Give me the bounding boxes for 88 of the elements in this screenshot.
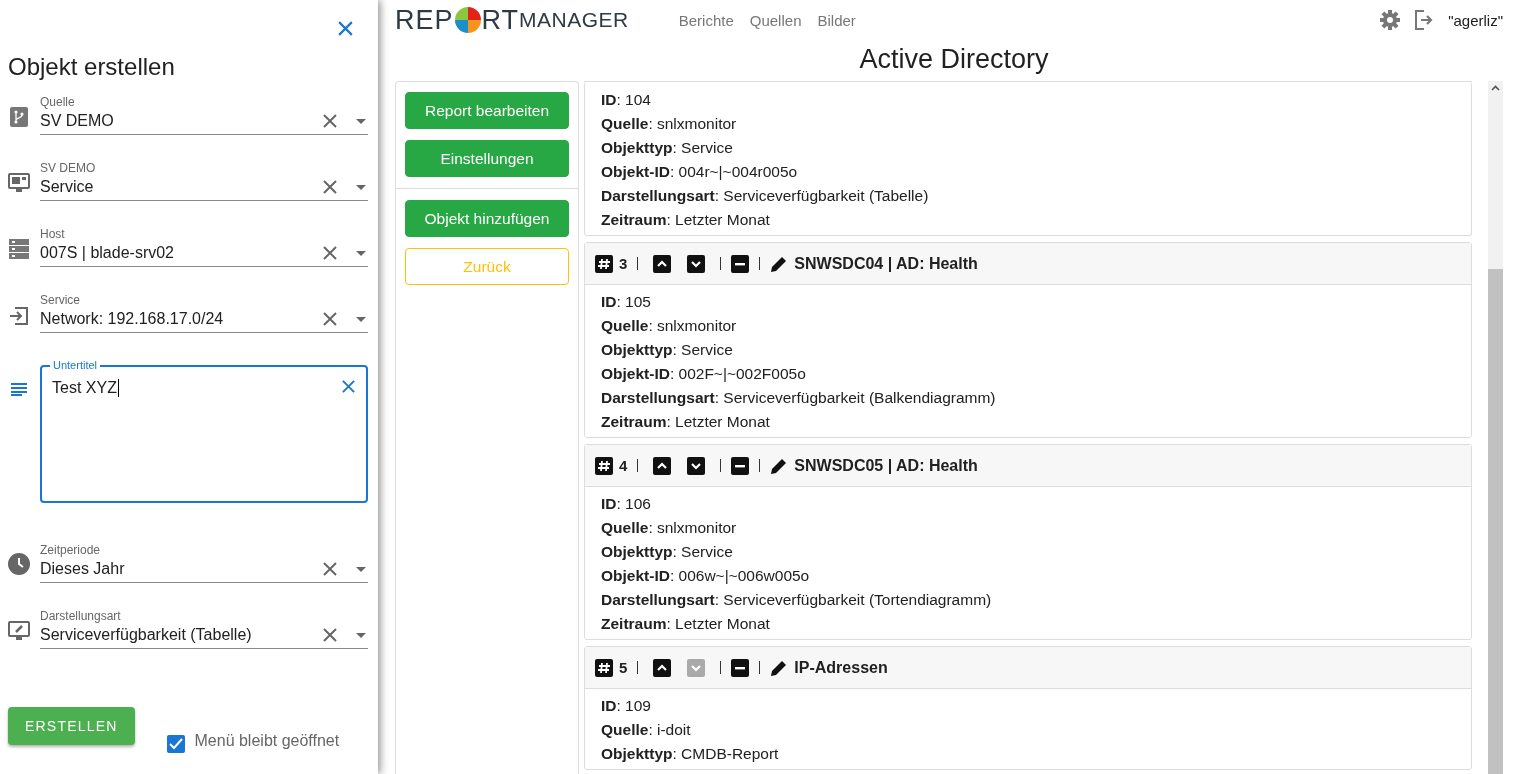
dropdown-caret-icon[interactable] [356,632,366,638]
card-number: 5 [619,659,628,676]
chevron-down-icon[interactable] [687,456,706,475]
chevron-up-icon[interactable] [653,254,672,273]
clear-icon[interactable] [322,113,338,129]
property-line: Objekttyp: Service [601,138,734,158]
property-line: Quelle: i-doit [601,720,692,740]
clear-icon[interactable] [322,179,338,195]
property-line: Objekttyp: Service [601,542,734,562]
keep-open-checkbox[interactable] [166,735,185,753]
clear-icon[interactable] [322,245,338,261]
scrollbar-track[interactable] [1488,81,1503,774]
property-line: Objekt-ID: 004r~|~004r005o [601,162,799,182]
minus-icon[interactable] [731,456,750,475]
logo-text: REP [395,4,454,36]
dropdown-caret-icon[interactable] [356,566,366,572]
property-line: Darstellungsart: Serviceverfügbarkeit (Balkendiagramm) [601,388,997,408]
property-line: Quelle: snlxmonitor [601,316,738,336]
minus-icon[interactable] [731,254,750,273]
checkbox-label: Menü bleibt geöffnet [194,732,340,750]
property-line: ID: 104 [601,90,652,110]
scrollbar-thumb[interactable] [1488,269,1503,774]
dropdown-caret-icon[interactable] [356,118,366,124]
logo-text: RT [481,4,520,36]
property-line: Objekt-ID: 006w~|~006w005o [601,566,811,586]
drawer-title: Objekt erstellen [8,53,176,81]
property-line: Zeitraum: Letzter Monat [601,210,771,230]
create-button[interactable]: ERSTELLEN [8,707,135,745]
select-field[interactable]: SV DEMO Service [40,161,368,201]
property-line: Zeitraum: Letzter Monat [601,412,771,432]
dropdown-caret-icon[interactable] [356,250,366,256]
select-field[interactable]: Darstellungsart Serviceverfügbarkeit (Tabelle) [40,609,368,649]
property-line: ID: 106 [601,494,652,514]
clock-icon [8,553,30,575]
pencil-icon[interactable] [770,456,789,475]
clear-icon[interactable] [322,311,338,327]
text-lines-icon [11,383,27,396]
source-branch-icon [10,107,28,127]
property-line: ID: 105 [601,292,652,312]
clear-icon[interactable] [341,379,356,394]
property-line: ID: 109 [601,696,652,716]
property-line: Quelle: snlxmonitor [601,114,738,134]
action-button[interactable]: Objekt hinzufügen [405,200,569,237]
input-arrow-icon [9,307,29,325]
close-icon[interactable] [337,20,354,37]
minus-icon[interactable] [731,658,750,677]
property-line: Objekt-ID: 002F~|~002F005o [601,364,807,384]
card-number: 3 [619,255,628,272]
select-field[interactable]: Quelle SV DEMO [40,95,368,135]
monitor-edit-icon [8,621,30,641]
chevron-down-icon[interactable] [687,254,706,273]
select-field[interactable]: Zeitperiode Dieses Jahr [40,543,368,583]
property-line: Objekttyp: CMDB-Report [601,744,780,764]
server-icon [9,239,29,259]
property-line: Darstellungsart: Serviceverfügbarkeit (Tabelle) [601,186,930,206]
action-button[interactable]: Einstellungen [405,140,569,177]
settings-icon[interactable] [1380,10,1401,30]
pencil-icon[interactable] [770,658,789,677]
card-title: SNWSDC05 | AD: Health [794,456,978,475]
monitor-icon [8,173,30,193]
clear-icon[interactable] [322,627,338,643]
select-field[interactable]: Host 007S | blade-srv02 [40,227,368,267]
hash-icon[interactable] [595,658,613,677]
card-title: IP-Adressen [794,658,888,677]
hash-icon[interactable] [595,456,613,475]
page-title: Active Directory [858,43,1050,76]
nav-link[interactable]: Quellen [749,11,802,29]
chevron-up-icon[interactable] [653,658,672,677]
property-line: Quelle: snlxmonitor [601,518,738,538]
dropdown-caret-icon[interactable] [356,316,366,322]
hash-icon[interactable] [595,254,613,273]
pie-logo-icon [454,7,481,33]
property-line: Darstellungsart: Serviceverfügbarkeit (Tortendiagramm) [601,590,993,610]
dropdown-caret-icon[interactable] [356,184,366,190]
card-number: 4 [619,457,628,474]
select-field[interactable]: Service Network: 192.168.17.0/24 [40,293,368,333]
nav-link[interactable]: Berichte [678,11,734,29]
property-line: Zeitraum: Letzter Monat [601,614,771,634]
chevron-up-icon[interactable] [653,456,672,475]
logout-icon[interactable] [1414,10,1435,30]
property-line: Objekttyp: Service [601,340,734,360]
card-title: SNWSDC04 | AD: Health [794,254,978,273]
clear-icon[interactable] [322,561,338,577]
nav-link[interactable]: Bilder [817,11,856,29]
username: "agerliz" [1448,11,1503,29]
logo-text: MANAGER [519,8,629,32]
action-button[interactable]: Report bearbeiten [405,92,569,129]
pencil-icon[interactable] [770,254,789,273]
